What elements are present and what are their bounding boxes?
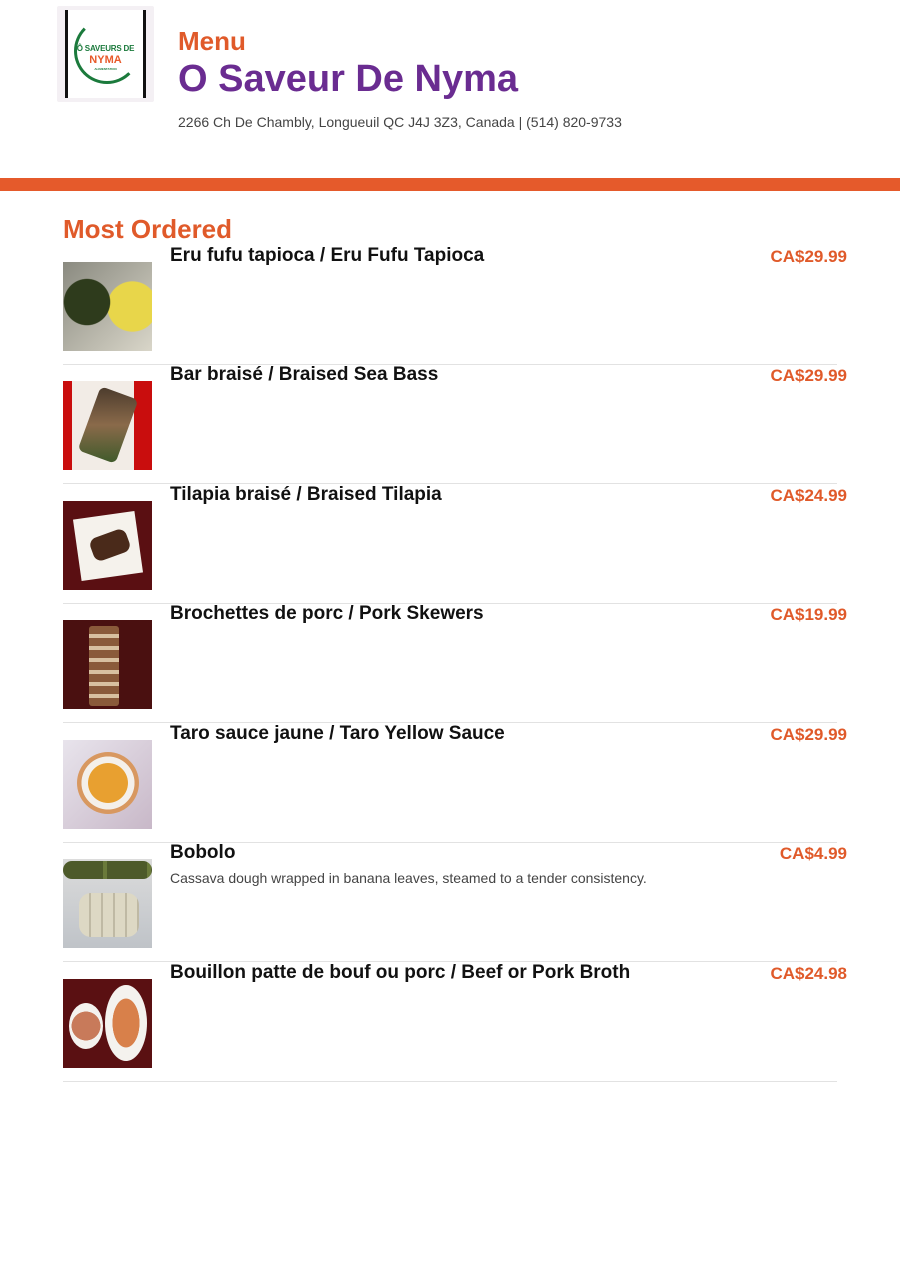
- item-name: Bar braisé / Braised Sea Bass: [170, 364, 439, 385]
- restaurant-name: O Saveur De Nyma: [178, 58, 519, 100]
- section-title: Most Ordered: [63, 214, 233, 244]
- logo-text-line1: Ô SAVEURS DE: [76, 44, 135, 53]
- logo-text-line3: ALIMENTATION: [94, 67, 117, 71]
- item-name: Bouillon patte de bouf ou porc / Beef or…: [170, 962, 631, 983]
- logo-frame: Ô SAVEURS DE NYMA ALIMENTATION: [65, 10, 146, 98]
- item-price: CA$24.99: [770, 486, 847, 505]
- item-name: Eru fufu tapioca / Eru Fufu Tapioca: [170, 245, 485, 266]
- item-price: CA$19.99: [770, 605, 847, 624]
- item-price: CA$4.99: [779, 844, 847, 863]
- item-photo: [63, 381, 152, 470]
- header: Ô SAVEURS DE NYMA ALIMENTATION Menu O Sa…: [0, 0, 900, 178]
- menu-item[interactable]: Tilapia braisé / Braised Tilapia CA$24.9…: [63, 484, 847, 604]
- restaurant-logo: Ô SAVEURS DE NYMA ALIMENTATION: [57, 6, 154, 102]
- item-photo: [63, 979, 152, 1068]
- item-name: Bobolo: [170, 842, 236, 863]
- item-photo: [63, 740, 152, 829]
- item-name: Brochettes de porc / Pork Skewers: [170, 603, 484, 624]
- menu-item[interactable]: Bar braisé / Braised Sea Bass CA$29.99: [63, 364, 847, 484]
- menu-item[interactable]: Bobolo Cassava dough wrapped in banana l…: [63, 842, 847, 962]
- item-price: CA$29.99: [770, 366, 847, 385]
- menu-item[interactable]: Bouillon patte de bouf ou porc / Beef or…: [63, 962, 847, 1082]
- header-divider-bar: [0, 178, 900, 191]
- logo-text-line2: NYMA: [89, 54, 122, 66]
- item-photo: [63, 501, 152, 590]
- menu-item[interactable]: Brochettes de porc / Pork Skewers CA$19.…: [63, 603, 847, 723]
- item-price: CA$24.98: [770, 964, 847, 983]
- menu-item[interactable]: Eru fufu tapioca / Eru Fufu Tapioca CA$2…: [63, 245, 847, 365]
- item-price: CA$29.99: [770, 725, 847, 744]
- menu-item[interactable]: Taro sauce jaune / Taro Yellow Sauce CA$…: [63, 723, 847, 843]
- item-description: Cassava dough wrapped in banana leaves, …: [170, 870, 647, 886]
- menu-label: Menu: [178, 26, 246, 56]
- item-name: Taro sauce jaune / Taro Yellow Sauce: [170, 723, 505, 744]
- item-name: Tilapia braisé / Braised Tilapia: [170, 484, 442, 505]
- item-photo: [63, 620, 152, 709]
- item-price: CA$29.99: [770, 247, 847, 266]
- item-photo: [63, 262, 152, 351]
- restaurant-address: 2266 Ch De Chambly, Longueuil QC J4J 3Z3…: [178, 114, 622, 130]
- item-photo: [63, 859, 152, 948]
